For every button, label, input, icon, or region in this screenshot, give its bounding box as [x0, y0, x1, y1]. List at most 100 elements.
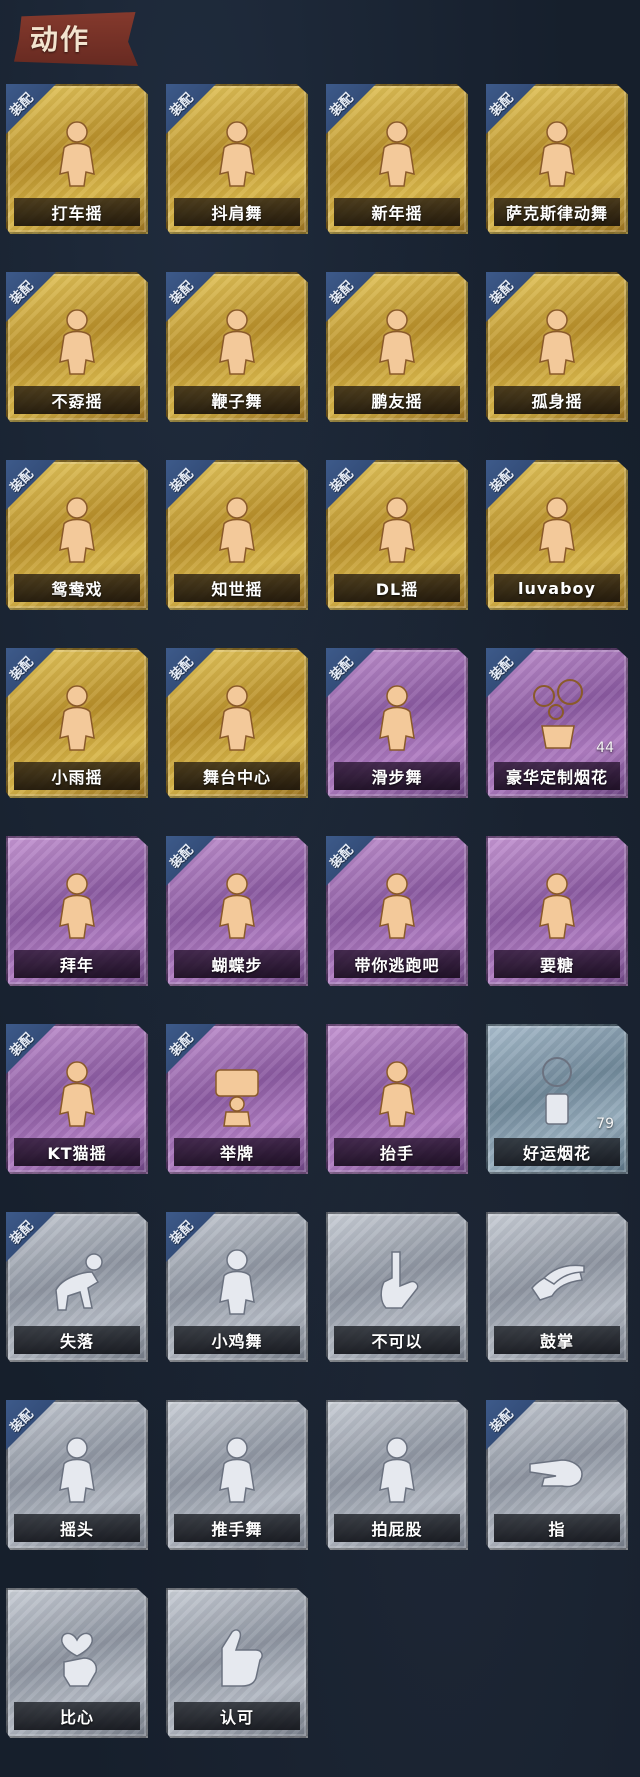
dancer-figure-icon — [42, 1430, 112, 1504]
emote-card[interactable]: 装配 小雨摇 — [6, 648, 148, 798]
emote-card[interactable]: 装配 新年摇 — [326, 84, 468, 234]
card-label-bar: 舞台中心 — [174, 762, 300, 790]
firework-box-icon — [522, 678, 592, 752]
emote-name: 拍屁股 — [371, 1520, 423, 1539]
card-label-bar: 小雨摇 — [14, 762, 140, 790]
card-label-bar: 知世摇 — [174, 574, 300, 602]
emote-name: 拜年 — [59, 956, 94, 975]
card-label-bar: 豪华定制烟花 — [494, 762, 620, 790]
emote-name: 不可以 — [371, 1332, 423, 1351]
emote-card[interactable]: 装配 舞台中心 — [166, 648, 308, 798]
emote-card[interactable]: 装配 蝴蝶步 — [166, 836, 308, 986]
firework-can-icon — [522, 1054, 592, 1128]
dancer-figure-icon — [42, 490, 112, 564]
emote-name: 鞭子舞 — [211, 392, 263, 411]
emote-name: 鹏友摇 — [371, 392, 423, 411]
dancer-figure-icon — [202, 1242, 272, 1316]
emote-name: DL摇 — [375, 580, 419, 599]
emote-card[interactable]: 装配 举牌 — [166, 1024, 308, 1174]
emote-card[interactable]: 装配 知世摇 — [166, 460, 308, 610]
dancer-figure-icon — [522, 490, 592, 564]
card-label-bar: 滑步舞 — [334, 762, 460, 790]
section-title: 动作 — [30, 23, 91, 56]
emote-card[interactable]: 不可以 — [326, 1212, 468, 1362]
dancer-figure-icon — [42, 678, 112, 752]
dancer-figure-icon — [362, 1430, 432, 1504]
card-label-bar: KT猫摇 — [14, 1138, 140, 1166]
emote-name: 鸳鸯戏 — [51, 580, 103, 599]
card-label-bar: 抬手 — [334, 1138, 460, 1166]
crawling-figure-icon — [42, 1242, 112, 1316]
emote-name: 萨克斯律动舞 — [505, 204, 608, 223]
emote-name: 抖肩舞 — [211, 204, 263, 223]
dancer-figure-icon — [362, 678, 432, 752]
emote-card[interactable]: 装配指 — [486, 1400, 628, 1550]
emote-card[interactable]: 装配 KT猫摇 — [6, 1024, 148, 1174]
card-label-bar: 鼓掌 — [494, 1326, 620, 1354]
dancer-figure-icon — [42, 1054, 112, 1128]
card-label-bar: 小鸡舞 — [174, 1326, 300, 1354]
emote-card[interactable]: 鼓掌 — [486, 1212, 628, 1362]
dancer-figure-icon — [522, 302, 592, 376]
bowing-figure-icon — [42, 866, 112, 940]
card-label-bar: DL摇 — [334, 574, 460, 602]
emote-name: 举牌 — [219, 1144, 254, 1163]
emote-card[interactable]: 要糖 — [486, 836, 628, 986]
card-label-bar: 失落 — [14, 1326, 140, 1354]
emote-card[interactable]: 比心 — [6, 1588, 148, 1738]
emote-card[interactable]: 装配 失落 — [6, 1212, 148, 1362]
dancer-figure-icon — [362, 490, 432, 564]
emote-name: 蝴蝶步 — [211, 956, 263, 975]
emote-card[interactable]: 装配 DL摇 — [326, 460, 468, 610]
card-label-bar: luvaboy — [494, 574, 620, 602]
card-label-bar: 指 — [494, 1514, 620, 1542]
emote-name: 摇头 — [59, 1520, 94, 1539]
emote-name: 认可 — [219, 1708, 254, 1727]
emote-card[interactable]: 装配 小鸡舞 — [166, 1212, 308, 1362]
card-label-bar: 不孬摇 — [14, 386, 140, 414]
emote-name: 不孬摇 — [51, 392, 103, 411]
emote-card[interactable]: 装配 鹏友摇 — [326, 272, 468, 422]
emote-card[interactable]: 装配 打车摇 — [6, 84, 148, 234]
emote-card[interactable]: 装配 44 豪华定制烟花 — [486, 648, 628, 798]
sunglasses-dancer-icon — [522, 114, 592, 188]
emote-card[interactable]: 推手舞 — [166, 1400, 308, 1550]
emote-card[interactable]: 拜年 — [6, 836, 148, 986]
emote-card[interactable]: 装配 鸳鸯戏 — [6, 460, 148, 610]
card-label-bar: 拜年 — [14, 950, 140, 978]
dancer-figure-icon — [362, 114, 432, 188]
dancer-figure-icon — [202, 302, 272, 376]
emote-name: 打车摇 — [51, 204, 103, 223]
emote-card[interactable]: 装配 孤身摇 — [486, 272, 628, 422]
emote-card[interactable]: 抬手 — [326, 1024, 468, 1174]
card-label-bar: 孤身摇 — [494, 386, 620, 414]
sign-holding-figure-icon — [202, 1054, 272, 1128]
dancer-figure-icon — [202, 114, 272, 188]
section-header: 动作 — [0, 0, 640, 80]
emote-name: 要糖 — [539, 956, 574, 975]
card-label-bar: 鸳鸯戏 — [14, 574, 140, 602]
emote-card[interactable]: 装配 摇头 — [6, 1400, 148, 1550]
emote-card[interactable]: 装配 luvaboy — [486, 460, 628, 610]
emote-name: 豪华定制烟花 — [505, 768, 608, 787]
card-label-bar: 拍屁股 — [334, 1514, 460, 1542]
dancer-figure-icon — [42, 114, 112, 188]
card-label-bar: 抖肩舞 — [174, 198, 300, 226]
finger-wag-icon — [362, 1242, 432, 1316]
emote-name: 推手舞 — [211, 1520, 263, 1539]
emote-card[interactable]: 装配 鞭子舞 — [166, 272, 308, 422]
emote-name: 失落 — [59, 1332, 94, 1351]
emote-card[interactable]: 装配 滑步舞 — [326, 648, 468, 798]
emote-card[interactable]: 装配 萨克斯律动舞 — [486, 84, 628, 234]
emote-card[interactable]: 装配 带你逃跑吧 — [326, 836, 468, 986]
emote-card[interactable]: 79 好运烟花 — [486, 1024, 628, 1174]
emote-card[interactable]: 装配 不孬摇 — [6, 272, 148, 422]
emote-card[interactable]: 装配 抖肩舞 — [166, 84, 308, 234]
dancer-figure-icon — [202, 678, 272, 752]
emote-name: 鼓掌 — [539, 1332, 574, 1351]
item-count: 79 — [596, 1116, 614, 1132]
emote-name: luvaboy — [518, 578, 596, 598]
emote-card[interactable]: 拍屁股 — [326, 1400, 468, 1550]
emote-card[interactable]: 认可 — [166, 1588, 308, 1738]
dancer-figure-icon — [362, 866, 432, 940]
